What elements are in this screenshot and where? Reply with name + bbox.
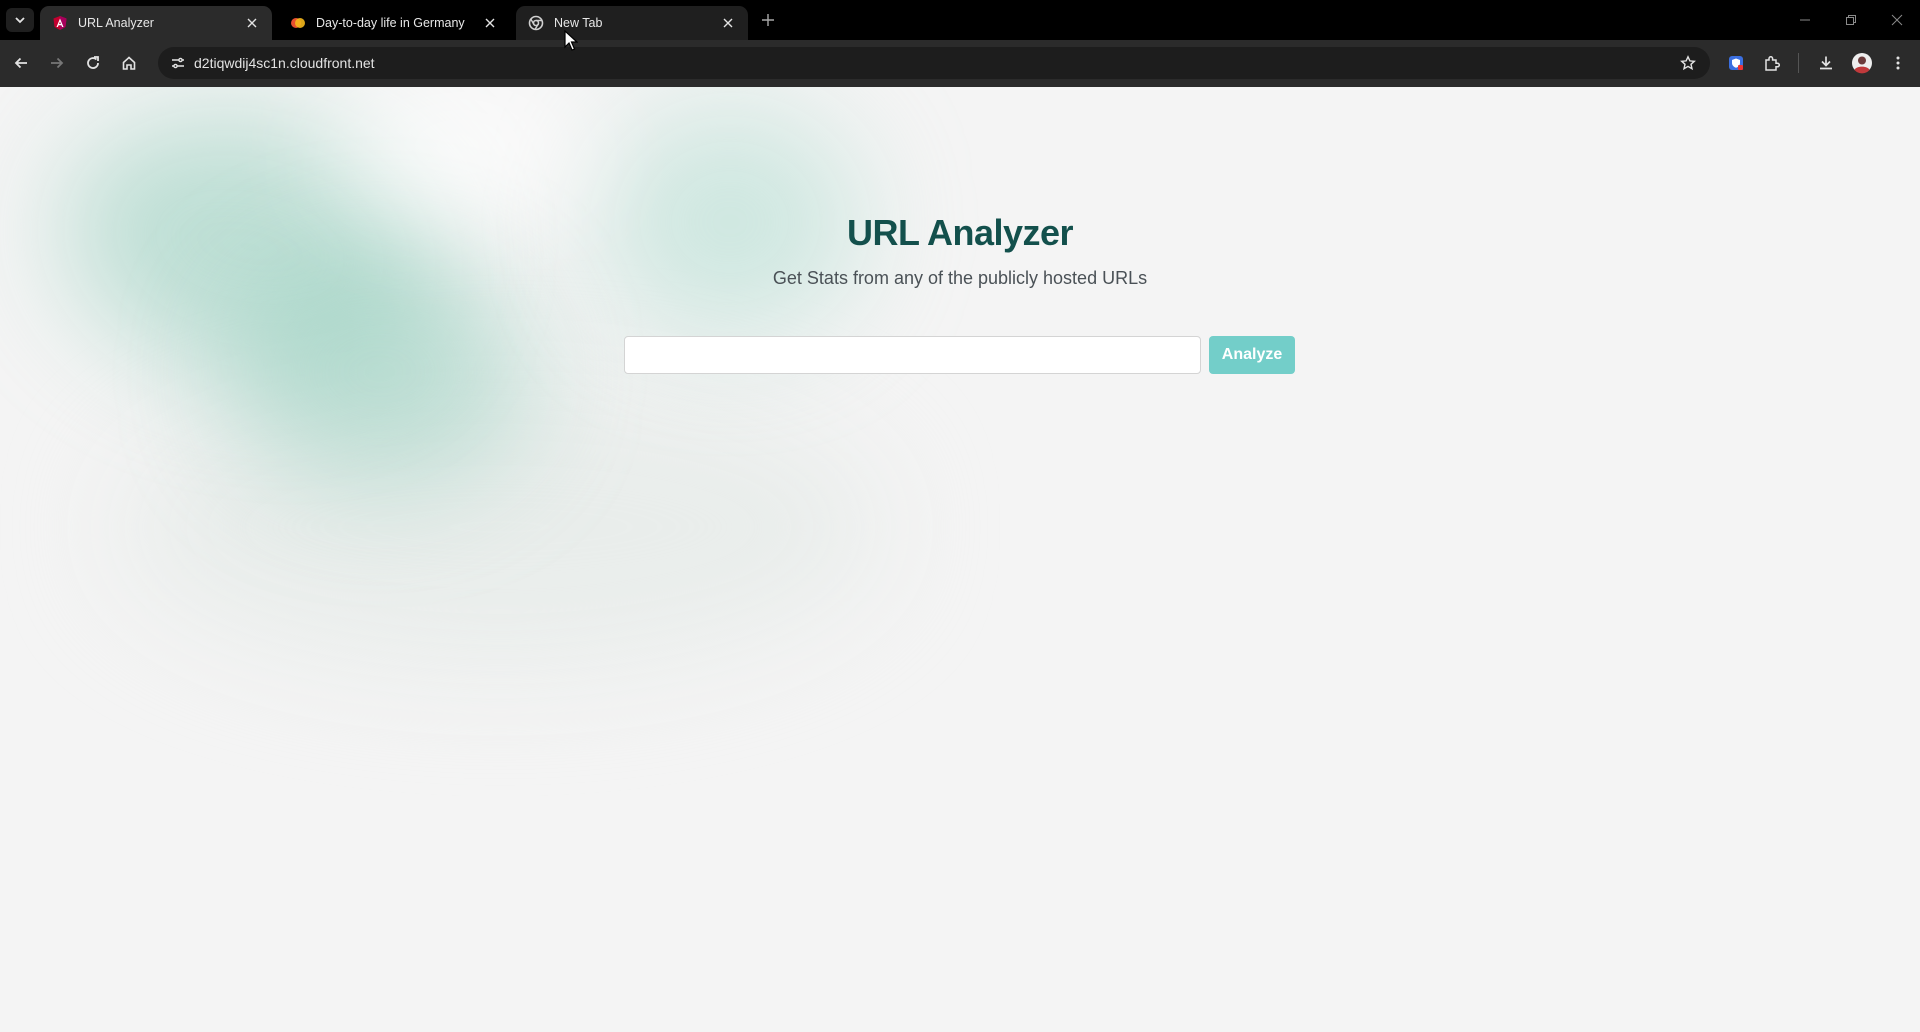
close-icon[interactable] xyxy=(718,13,738,33)
colorful-circle-icon xyxy=(290,15,306,31)
close-icon xyxy=(1891,14,1903,26)
tab-strip: URL Analyzer Day-to-day life in Germany … xyxy=(0,0,1920,40)
tab-title: New Tab xyxy=(554,16,603,30)
toolbar-divider xyxy=(1798,53,1799,73)
bookmark-star-icon[interactable] xyxy=(1676,51,1700,75)
arrow-right-icon xyxy=(51,57,64,69)
back-button[interactable] xyxy=(6,48,36,78)
close-icon[interactable] xyxy=(480,13,500,33)
restore-button[interactable] xyxy=(1828,0,1874,40)
download-icon[interactable] xyxy=(1812,49,1840,77)
background-blob xyxy=(330,87,590,207)
mouse-cursor-icon xyxy=(564,30,578,51)
avatar[interactable] xyxy=(1848,49,1876,77)
reload-button[interactable] xyxy=(78,48,108,78)
tab-search-button[interactable] xyxy=(6,8,34,32)
close-icon[interactable] xyxy=(242,13,262,33)
reload-icon xyxy=(87,56,99,69)
tab-title: URL Analyzer xyxy=(78,16,154,30)
tab-day-to-day-life[interactable]: Day-to-day life in Germany xyxy=(278,6,510,40)
chevron-down-icon xyxy=(15,17,25,24)
puzzle-icon[interactable] xyxy=(1758,49,1786,77)
minimize-button[interactable] xyxy=(1782,0,1828,40)
new-tab-button[interactable] xyxy=(756,8,780,32)
tab-title: Day-to-day life in Germany xyxy=(316,16,465,30)
home-icon xyxy=(122,56,136,70)
address-bar[interactable]: d2tiqwdij4sc1n.cloudfront.net xyxy=(158,47,1710,79)
restore-icon xyxy=(1846,15,1856,25)
plus-icon xyxy=(762,14,774,26)
analyze-button[interactable]: Analyze xyxy=(1209,336,1295,374)
chrome-icon xyxy=(528,15,544,31)
tab-new-tab[interactable]: New Tab xyxy=(516,6,748,40)
extension-shield-icon[interactable] xyxy=(1722,49,1750,77)
page-subtitle: Get Stats from any of the publicly hoste… xyxy=(772,268,1148,288)
url-input[interactable] xyxy=(624,336,1201,374)
background-blob xyxy=(230,257,530,487)
address-url: d2tiqwdij4sc1n.cloudfront.net xyxy=(194,55,375,71)
home-button[interactable] xyxy=(114,48,144,78)
page-content: URL Analyzer Get Stats from any of the p… xyxy=(0,87,1920,1032)
tab-url-analyzer[interactable]: URL Analyzer xyxy=(40,6,272,40)
minimize-icon xyxy=(1800,19,1810,21)
site-settings-icon[interactable] xyxy=(166,51,190,75)
page-title: URL Analyzer xyxy=(846,212,1074,253)
window-close-button[interactable] xyxy=(1874,0,1920,40)
forward-button[interactable] xyxy=(42,48,72,78)
arrow-left-icon xyxy=(14,57,27,69)
angular-icon xyxy=(52,15,68,31)
kebab-menu-icon[interactable] xyxy=(1884,49,1912,77)
